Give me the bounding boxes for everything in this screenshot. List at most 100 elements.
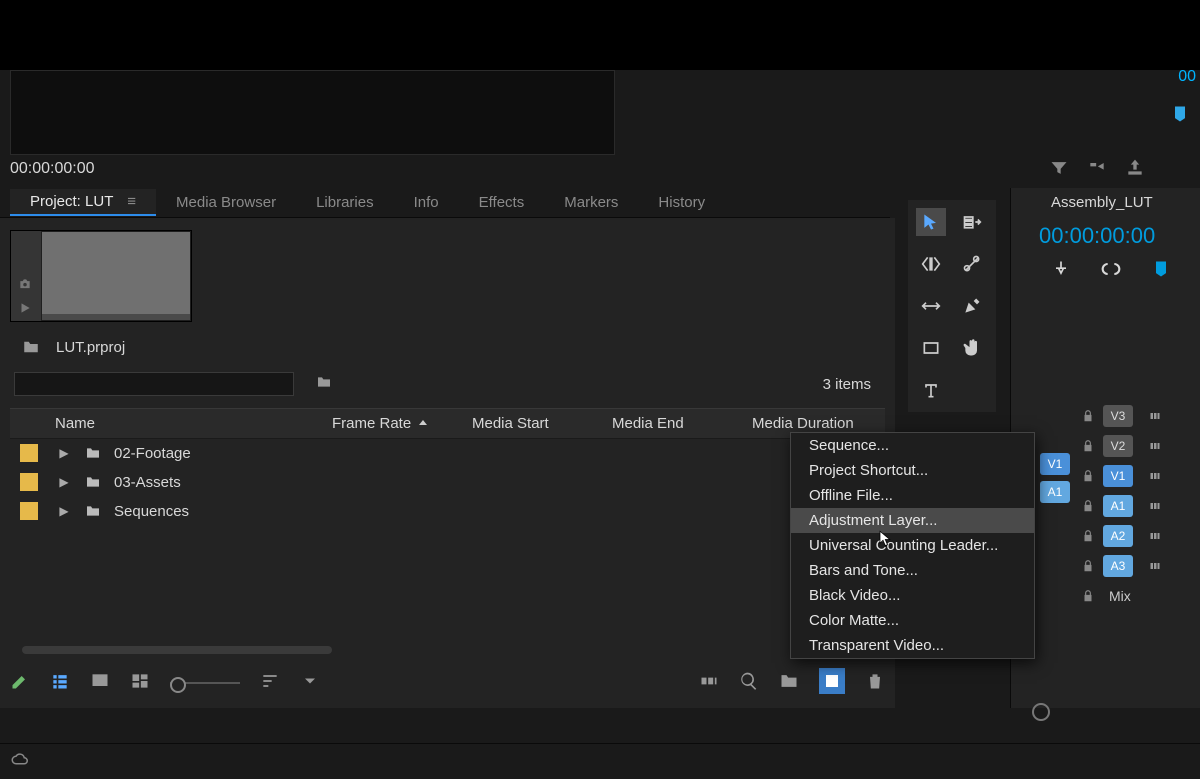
menu-item-color-matte[interactable]: Color Matte... (791, 608, 1034, 633)
table-row[interactable]: ▶ Sequences (10, 497, 885, 526)
track-toggle[interactable]: A1 (1103, 495, 1133, 517)
expand-chevron-icon[interactable]: ▶ (52, 475, 76, 489)
expand-chevron-icon[interactable]: ▶ (52, 504, 76, 518)
marker-icon[interactable] (1170, 104, 1190, 128)
freeform-view-icon[interactable] (130, 671, 150, 695)
automate-to-seq-icon[interactable] (699, 671, 719, 695)
delete-icon[interactable] (865, 671, 885, 695)
creative-cloud-icon[interactable] (10, 751, 28, 773)
panel-menu-icon[interactable]: ≡ (127, 193, 136, 210)
tab-project[interactable]: Project: LUT ≡ (10, 189, 156, 216)
selection-tool-icon[interactable] (916, 208, 946, 236)
col-media-end[interactable]: Media End (600, 415, 740, 432)
thumbnail-scrubber[interactable] (42, 314, 190, 320)
new-item-icon[interactable] (819, 668, 845, 698)
expand-chevron-icon[interactable]: ▶ (52, 446, 76, 460)
col-media-start[interactable]: Media Start (460, 415, 600, 432)
mix-track-header[interactable]: Mix (1011, 581, 1200, 611)
menu-item-bars-and-tone[interactable]: Bars and Tone... (791, 558, 1034, 583)
sort-icon[interactable] (260, 671, 280, 695)
play-icon[interactable] (17, 301, 33, 315)
label-color-swatch[interactable] (20, 444, 38, 462)
table-row[interactable]: ▶ 03-Assets (10, 468, 885, 497)
track-toggle[interactable]: V3 (1103, 405, 1133, 427)
track-output-icon[interactable] (1147, 500, 1163, 512)
add-marker-icon[interactable] (1151, 259, 1171, 283)
slip-tool-icon[interactable] (916, 292, 946, 320)
track-toggle[interactable]: A2 (1103, 525, 1133, 547)
lock-icon[interactable] (1081, 589, 1095, 603)
lock-icon[interactable] (1081, 499, 1095, 513)
snap-icon[interactable] (1051, 259, 1071, 283)
horizontal-scrollbar[interactable] (22, 646, 332, 654)
menu-item-adjustment-layer[interactable]: Adjustment Layer... (791, 508, 1034, 533)
menu-item-offline-file[interactable]: Offline File... (791, 483, 1034, 508)
lock-icon[interactable] (1081, 409, 1095, 423)
col-name[interactable]: Name (10, 415, 320, 432)
menu-item-universal-counting-leader[interactable]: Universal Counting Leader... (791, 533, 1034, 558)
lock-icon[interactable] (1081, 439, 1095, 453)
write-mode-icon[interactable] (10, 671, 30, 695)
track-toggle[interactable]: V1 (1103, 465, 1133, 487)
timeline-timecode[interactable]: 00:00:00:00 (1011, 217, 1200, 255)
track-output-icon[interactable] (1147, 530, 1163, 542)
tab-info[interactable]: Info (394, 190, 459, 215)
rectangle-tool-icon[interactable] (916, 334, 946, 362)
col-frame-rate[interactable]: Frame Rate (320, 415, 460, 432)
sequence-tab[interactable]: Assembly_LUT (1011, 188, 1200, 217)
list-view-icon[interactable] (50, 671, 70, 695)
tab-media-browser[interactable]: Media Browser (156, 190, 296, 215)
type-tool-icon[interactable] (916, 376, 946, 404)
col-media-duration[interactable]: Media Duration (740, 415, 870, 432)
chevron-down-icon[interactable] (300, 671, 320, 695)
source-patch-a1[interactable]: A1 (1040, 481, 1070, 503)
icon-view-icon[interactable] (90, 671, 110, 695)
track-header[interactable]: A2 (1011, 521, 1200, 551)
label-color-swatch[interactable] (20, 502, 38, 520)
source-monitor[interactable] (10, 70, 615, 155)
linked-selection-icon[interactable] (1101, 259, 1121, 283)
track-output-icon[interactable] (1147, 470, 1163, 482)
preview-thumbnail[interactable] (41, 231, 191, 321)
ripple-edit-tool-icon[interactable] (916, 250, 946, 278)
zoom-slider[interactable] (170, 682, 240, 684)
lock-icon[interactable] (1081, 469, 1095, 483)
track-output-icon[interactable] (1147, 560, 1163, 572)
source-patch-v1[interactable]: V1 (1040, 453, 1070, 475)
track-toggle[interactable]: V2 (1103, 435, 1133, 457)
track-output-icon[interactable] (1147, 440, 1163, 452)
track-header[interactable]: A3 (1011, 551, 1200, 581)
menu-item-project-shortcut[interactable]: Project Shortcut... (791, 458, 1034, 483)
new-bin-icon[interactable] (314, 374, 334, 394)
tab-markers[interactable]: Markers (544, 190, 638, 215)
tab-libraries[interactable]: Libraries (296, 190, 394, 215)
new-bin-button-icon[interactable] (779, 671, 799, 695)
tab-project-label: Project: LUT (30, 193, 113, 210)
lock-icon[interactable] (1081, 559, 1095, 573)
export-frame-icon[interactable] (1125, 158, 1145, 182)
lock-icon[interactable] (1081, 529, 1095, 543)
track-select-tool-icon[interactable] (957, 208, 987, 236)
row-name: 03-Assets (114, 474, 181, 491)
label-color-swatch[interactable] (20, 473, 38, 491)
table-row[interactable]: ▶ 02-Footage (10, 439, 885, 468)
menu-item-transparent-video[interactable]: Transparent Video... (791, 633, 1034, 658)
track-output-icon[interactable] (1147, 410, 1163, 422)
tab-history[interactable]: History (638, 190, 725, 215)
tab-effects[interactable]: Effects (459, 190, 545, 215)
find-icon[interactable] (739, 671, 759, 695)
pen-tool-icon[interactable] (957, 292, 987, 320)
search-input[interactable] (14, 372, 294, 396)
filter-icon[interactable] (1049, 158, 1069, 182)
menu-item-sequence[interactable]: Sequence... (791, 433, 1034, 458)
sort-asc-icon (417, 418, 429, 430)
track-toggle[interactable]: A3 (1103, 555, 1133, 577)
source-timecode[interactable]: 00:00:00:00 (10, 160, 95, 178)
project-bottom-bar (10, 668, 885, 698)
menu-item-black-video[interactable]: Black Video... (791, 583, 1034, 608)
insert-icon[interactable] (1087, 158, 1107, 182)
timeline-zoom-scrubber[interactable] (1022, 703, 1194, 713)
razor-tool-icon[interactable] (957, 250, 987, 278)
title-bar-region (0, 0, 1200, 70)
hand-tool-icon[interactable] (957, 334, 987, 362)
